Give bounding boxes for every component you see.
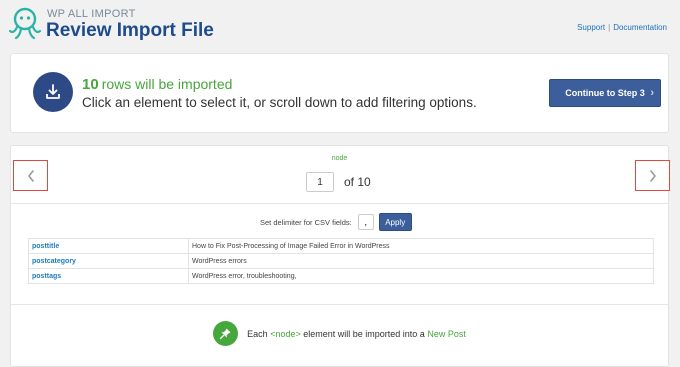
previous-record-button[interactable] <box>13 160 48 191</box>
field-name[interactable]: posttags <box>28 268 189 284</box>
divider <box>11 304 668 305</box>
import-middle-text: element will be imported into a <box>303 328 425 339</box>
pin-icon <box>213 321 239 346</box>
field-name[interactable]: postcategory <box>28 253 189 269</box>
chevron-left-icon <box>27 169 34 182</box>
post-type: New Post <box>427 328 466 339</box>
table-row[interactable]: posttitle How to Fix Post-Processing of … <box>28 238 654 254</box>
import-target-line: Each <node> element will be imported int… <box>11 321 668 346</box>
page-total: of 10 <box>344 175 371 189</box>
pager: of 10 <box>306 172 371 192</box>
brand-name: WP ALL IMPORT <box>47 8 136 20</box>
support-link[interactable]: Support <box>577 23 605 32</box>
rows-count: 10 <box>82 76 99 93</box>
csv-delimiter-row: Set delimiter for CSV fields: Apply <box>260 213 412 231</box>
field-value[interactable]: WordPress errors <box>188 253 654 269</box>
field-name[interactable]: posttitle <box>28 238 189 254</box>
continue-button-label: Continue to Step 3 <box>565 88 645 98</box>
field-value[interactable]: WordPress error, troubleshooting, <box>188 268 654 284</box>
chevron-right-icon <box>649 169 656 182</box>
header: WP ALL IMPORT Review Import File Support… <box>0 0 680 48</box>
node-label: node <box>331 155 348 162</box>
top-links: Support | Documentation <box>577 23 667 32</box>
link-separator: | <box>608 23 611 32</box>
divider <box>11 203 668 204</box>
chevron-right-icon: › <box>650 87 654 99</box>
record-table: posttitle How to Fix Post-Processing of … <box>28 238 654 284</box>
apply-button[interactable]: Apply <box>378 213 412 231</box>
octopus-logo-icon <box>8 7 42 40</box>
import-icon <box>33 72 73 112</box>
rows-text: rows will be imported <box>101 76 233 92</box>
continue-button[interactable]: Continue to Step 3 › <box>549 79 661 107</box>
import-target-text: Each <node> element will be imported int… <box>247 329 466 339</box>
import-summary-panel: 10 rows will be imported Click an element… <box>10 53 669 133</box>
record-viewer-panel: node of 10 Set delimiter for CSV fields:… <box>10 145 670 367</box>
page-number-input[interactable] <box>306 172 334 192</box>
documentation-link[interactable]: Documentation <box>613 23 667 32</box>
each-text: Each <box>247 328 268 339</box>
table-row[interactable]: postcategory WordPress errors <box>28 253 654 269</box>
page-title: Review Import File <box>46 20 214 41</box>
node-tag: <node> <box>270 328 301 339</box>
delimiter-label: Set delimiter for CSV fields: <box>260 217 352 227</box>
instructions-text: Click an element to select it, or scroll… <box>82 95 477 110</box>
delimiter-input[interactable] <box>357 214 374 230</box>
next-record-button[interactable] <box>635 160 670 191</box>
rows-count-line: 10 rows will be imported <box>82 76 232 93</box>
table-row[interactable]: posttags WordPress error, troubleshootin… <box>28 268 654 284</box>
field-value[interactable]: How to Fix Post-Processing of Image Fail… <box>188 238 654 254</box>
